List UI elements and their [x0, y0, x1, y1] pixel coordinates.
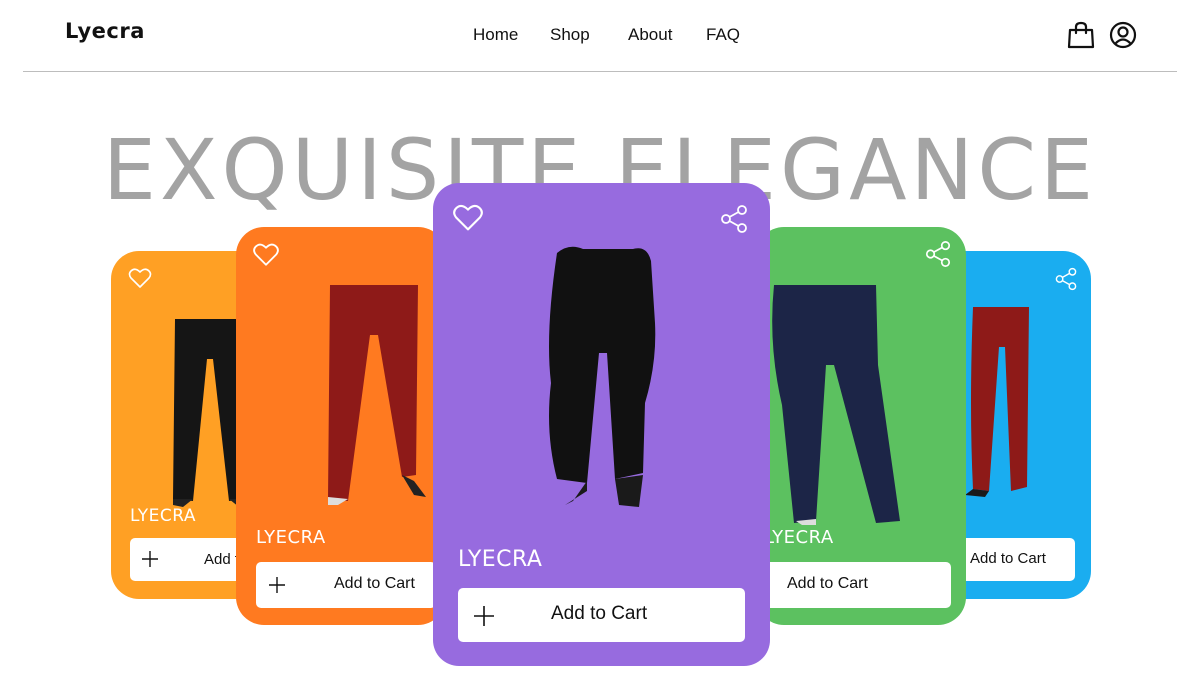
share-icon[interactable] — [924, 240, 952, 268]
heart-icon[interactable] — [452, 203, 484, 232]
brand-label: LYECRA — [458, 547, 543, 572]
brand-label: LYECRA — [130, 506, 196, 526]
product-image — [772, 285, 900, 525]
nav-home[interactable]: Home — [473, 25, 518, 45]
heart-icon[interactable] — [252, 242, 280, 267]
add-to-cart-button[interactable]: Add to Cart — [950, 538, 1075, 581]
add-to-cart-button[interactable]: Add to Cart — [458, 588, 745, 642]
header-divider — [23, 71, 1177, 72]
plus-icon — [474, 606, 494, 626]
share-icon[interactable] — [1054, 267, 1078, 291]
product-image — [549, 246, 656, 507]
heart-icon[interactable] — [128, 267, 152, 289]
product-image — [965, 307, 1029, 497]
nav-faq[interactable]: FAQ — [706, 25, 740, 45]
user-account-icon[interactable] — [1108, 20, 1138, 50]
header-actions — [1066, 20, 1138, 50]
brand-label: LYECRA — [256, 527, 326, 548]
add-to-cart-label: Add to Cart — [970, 550, 1046, 567]
add-to-cart-label: Add to Cart — [787, 575, 868, 592]
plus-icon — [269, 577, 285, 593]
main-nav: Home Shop About FAQ — [0, 25, 1200, 49]
add-to-cart-button[interactable]: Add to Cart — [764, 562, 951, 608]
brand-label: LYECRA — [764, 527, 834, 548]
share-icon[interactable] — [719, 204, 749, 234]
product-card[interactable]: LYECRA Add to Cart — [236, 227, 446, 625]
add-to-cart-label: Add to Cart — [551, 603, 648, 624]
nav-shop[interactable]: Shop — [550, 25, 590, 45]
shopping-bag-icon[interactable] — [1066, 20, 1096, 50]
product-card-featured[interactable]: LYECRA Add to Cart — [433, 183, 770, 666]
product-image — [328, 285, 426, 505]
plus-icon — [142, 551, 158, 567]
product-card[interactable]: LYECRA Add to Cart — [756, 227, 966, 625]
add-to-cart-button[interactable]: Add to Cart — [256, 562, 436, 608]
site-header: Lyecra Home Shop About FAQ — [0, 0, 1200, 72]
nav-about[interactable]: About — [628, 25, 672, 45]
add-to-cart-label: Add to Cart — [334, 575, 415, 592]
